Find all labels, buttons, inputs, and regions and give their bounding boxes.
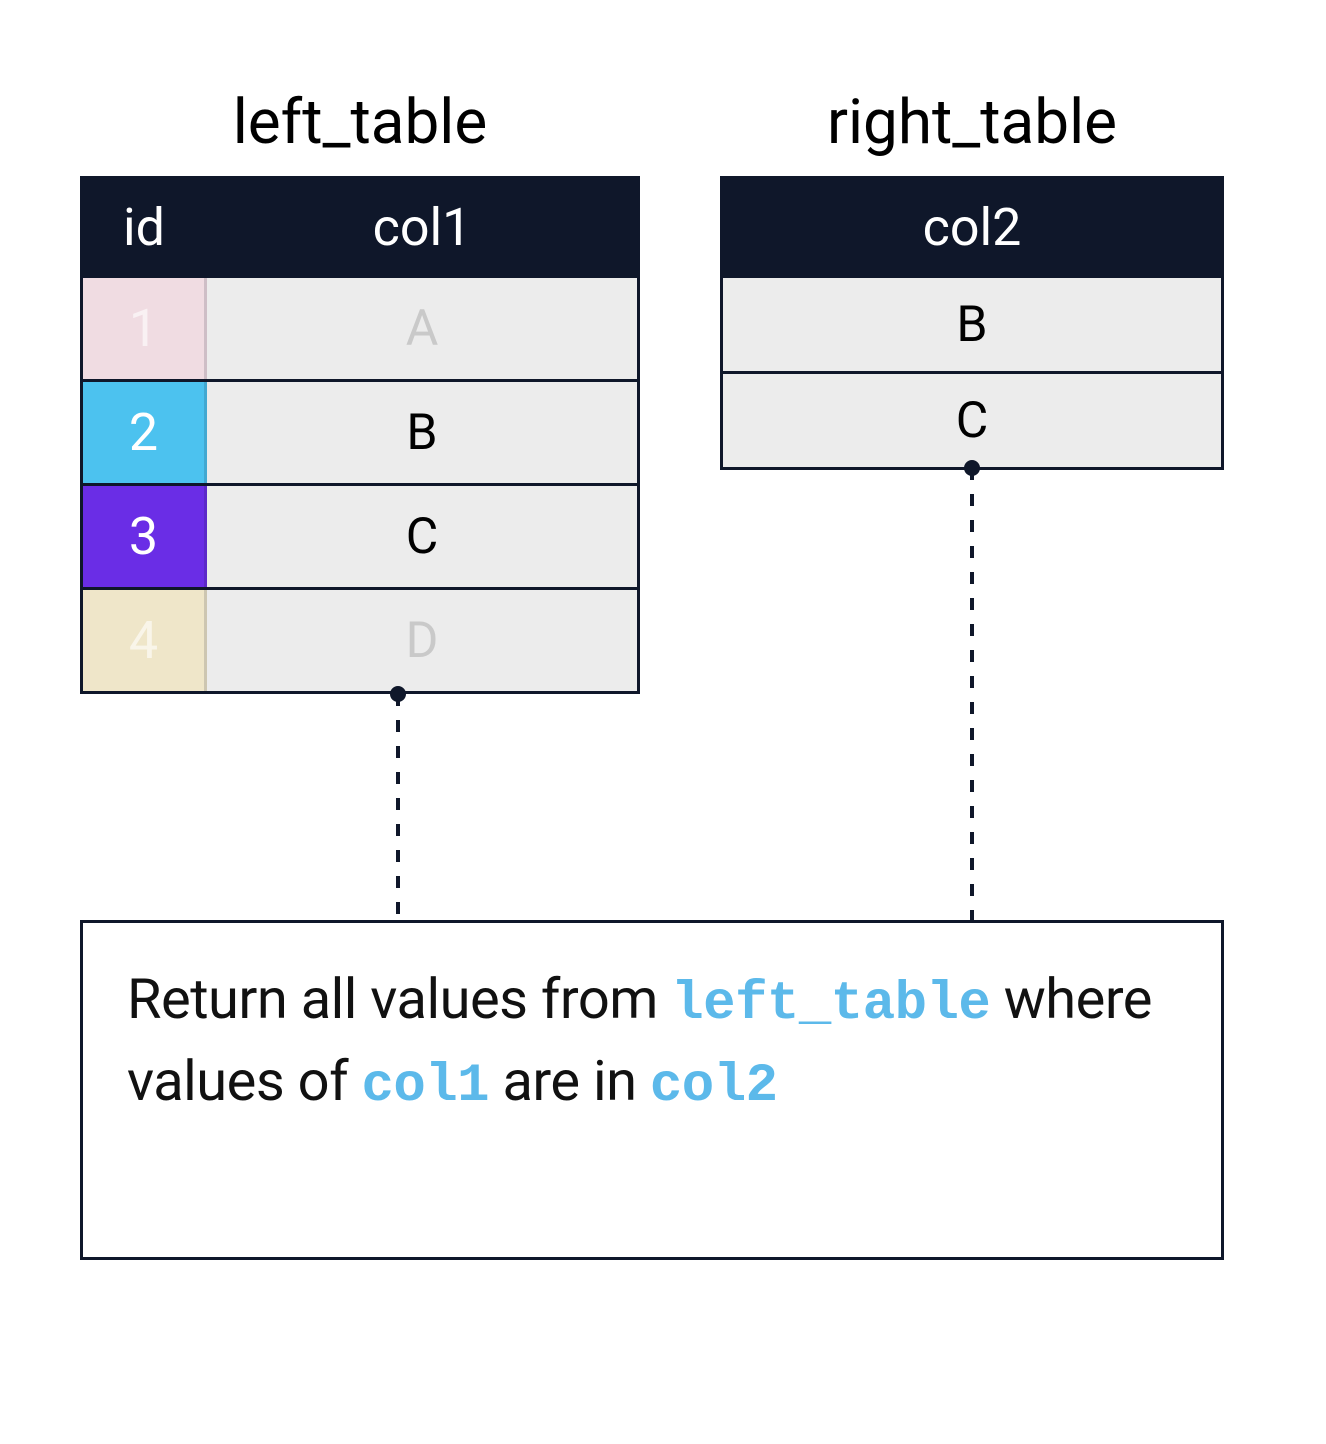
value-cell: D xyxy=(207,590,637,691)
explanation-box: Return all values from left_table where … xyxy=(80,920,1224,1260)
code-token-col2: col2 xyxy=(650,1056,778,1117)
table-row: 1 A xyxy=(83,275,637,379)
right-table-title: right_table xyxy=(720,86,1224,159)
id-cell: 3 xyxy=(83,486,207,587)
left-table-header: id col1 xyxy=(83,179,637,275)
id-cell: 2 xyxy=(83,382,207,483)
table-row: 4 D xyxy=(83,587,637,691)
table-row: 3 C xyxy=(83,483,637,587)
value-cell: B xyxy=(723,278,1221,371)
id-cell: 1 xyxy=(83,278,207,379)
left-header-col1: col1 xyxy=(207,179,637,275)
explain-text: Return all values from xyxy=(127,966,671,1032)
left-table: id col1 1 A 2 B 3 C 4 D xyxy=(80,176,640,694)
left-header-id: id xyxy=(83,179,207,275)
right-header-col2: col2 xyxy=(723,179,1221,275)
right-table: col2 B C xyxy=(720,176,1224,470)
id-cell: 4 xyxy=(83,590,207,691)
code-token-col1: col1 xyxy=(361,1056,489,1117)
value-cell: C xyxy=(723,374,1221,467)
code-token-left-table: left_table xyxy=(671,974,990,1035)
value-cell: A xyxy=(207,278,637,379)
table-row: B xyxy=(723,275,1221,371)
table-row: 2 B xyxy=(83,379,637,483)
left-table-title: left_table xyxy=(80,86,640,159)
table-row: C xyxy=(723,371,1221,467)
right-table-header: col2 xyxy=(723,179,1221,275)
value-cell: B xyxy=(207,382,637,483)
value-cell: C xyxy=(207,486,637,587)
explain-text: are in xyxy=(489,1048,650,1114)
